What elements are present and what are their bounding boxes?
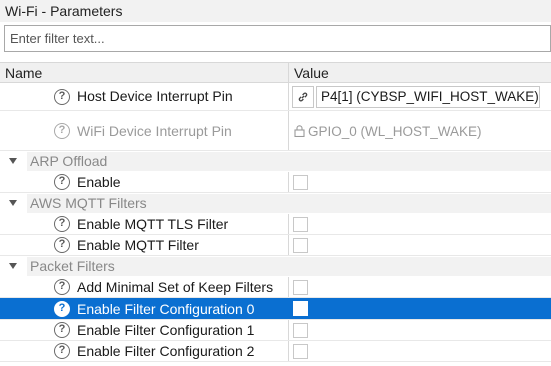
filter-input[interactable] xyxy=(5,26,550,51)
help-icon[interactable]: ? xyxy=(54,343,70,359)
checkbox[interactable] xyxy=(293,301,308,316)
link-icon[interactable] xyxy=(292,86,314,108)
name-cell: ? Enable MQTT TLS Filter xyxy=(0,214,289,234)
name-cell: ? Host Device Interrupt Pin xyxy=(0,83,289,110)
category-aws-mqtt-filters[interactable]: AWS MQTT Filters xyxy=(0,193,551,214)
param-name: Enable MQTT Filter xyxy=(77,237,199,253)
row-mqtt-tls-filter[interactable]: ? Enable MQTT TLS Filter xyxy=(0,214,551,235)
param-name: Enable Filter Configuration 2 xyxy=(77,343,255,359)
param-name: Enable xyxy=(77,174,121,190)
value-cell xyxy=(289,214,551,234)
expand-arrow-icon[interactable] xyxy=(9,200,17,206)
param-name: Enable Filter Configuration 1 xyxy=(77,322,255,338)
checkbox[interactable] xyxy=(293,238,308,253)
value-cell xyxy=(289,341,551,361)
name-cell: ? Add Minimal Set of Keep Filters xyxy=(0,277,289,297)
filter-box[interactable] xyxy=(4,25,551,52)
param-name: Add Minimal Set of Keep Filters xyxy=(77,279,274,295)
row-filter-config-0[interactable]: ? Enable Filter Configuration 0 xyxy=(0,298,551,320)
checkbox[interactable] xyxy=(293,175,308,190)
category-arp-offload[interactable]: ARP Offload xyxy=(0,151,551,172)
host-pin-value[interactable]: P4[1] (CYBSP_WIFI_HOST_WAKE) xyxy=(316,86,540,108)
help-icon[interactable]: ? xyxy=(54,216,70,232)
wifi-pin-value: GPIO_0 (WL_HOST_WAKE) xyxy=(294,124,482,139)
help-icon[interactable]: ? xyxy=(54,89,70,105)
row-wifi-device-interrupt-pin[interactable]: ? WiFi Device Interrupt Pin GPIO_0 (WL_H… xyxy=(0,111,551,151)
row-filter-config-2[interactable]: ? Enable Filter Configuration 2 xyxy=(0,341,551,362)
help-icon[interactable]: ? xyxy=(54,279,70,295)
name-cell: ? Enable xyxy=(0,172,289,192)
name-cell: ? Enable Filter Configuration 2 xyxy=(0,341,289,361)
category-label: AWS MQTT Filters xyxy=(30,195,147,211)
checkbox[interactable] xyxy=(293,344,308,359)
expand-arrow-icon[interactable] xyxy=(9,158,17,164)
checkbox[interactable] xyxy=(293,280,308,295)
row-keep-filters[interactable]: ? Add Minimal Set of Keep Filters xyxy=(0,277,551,298)
value-cell xyxy=(289,298,551,319)
lock-icon xyxy=(294,125,305,138)
category-label: Packet Filters xyxy=(30,258,115,274)
row-mqtt-filter[interactable]: ? Enable MQTT Filter xyxy=(0,235,551,256)
checkbox[interactable] xyxy=(293,217,308,232)
row-arp-enable[interactable]: ? Enable xyxy=(0,172,551,193)
row-filter-config-1[interactable]: ? Enable Filter Configuration 1 xyxy=(0,320,551,341)
column-header-name[interactable]: Name xyxy=(0,62,289,83)
window-title: Wi-Fi - Parameters xyxy=(0,0,551,22)
name-cell: ? Enable Filter Configuration 0 xyxy=(0,298,289,319)
param-name: WiFi Device Interrupt Pin xyxy=(77,123,232,139)
value-cell xyxy=(289,320,551,340)
help-icon[interactable]: ? xyxy=(54,174,70,190)
value-cell xyxy=(289,235,551,255)
row-host-device-interrupt-pin[interactable]: ? Host Device Interrupt Pin P4[1] (CYBSP… xyxy=(0,83,551,111)
name-cell: ? WiFi Device Interrupt Pin xyxy=(0,111,289,150)
value-cell xyxy=(289,172,551,192)
help-icon[interactable]: ? xyxy=(54,301,70,317)
param-name: Enable MQTT TLS Filter xyxy=(77,216,229,232)
checkbox[interactable] xyxy=(293,323,308,338)
category-label: ARP Offload xyxy=(30,153,108,169)
wifi-pin-value-text: GPIO_0 (WL_HOST_WAKE) xyxy=(308,124,482,139)
value-cell xyxy=(289,277,551,297)
help-icon[interactable]: ? xyxy=(54,123,70,139)
value-cell: GPIO_0 (WL_HOST_WAKE) xyxy=(289,111,551,150)
param-name: Enable Filter Configuration 0 xyxy=(77,301,255,317)
name-cell: ? Enable MQTT Filter xyxy=(0,235,289,255)
help-icon[interactable]: ? xyxy=(54,237,70,253)
param-name: Host Device Interrupt Pin xyxy=(77,88,233,104)
value-cell: P4[1] (CYBSP_WIFI_HOST_WAKE) xyxy=(289,83,551,110)
name-cell: ? Enable Filter Configuration 1 xyxy=(0,320,289,340)
expand-arrow-icon[interactable] xyxy=(9,263,17,269)
column-header-value[interactable]: Value xyxy=(289,62,551,83)
help-icon[interactable]: ? xyxy=(54,322,70,338)
category-packet-filters[interactable]: Packet Filters xyxy=(0,256,551,277)
